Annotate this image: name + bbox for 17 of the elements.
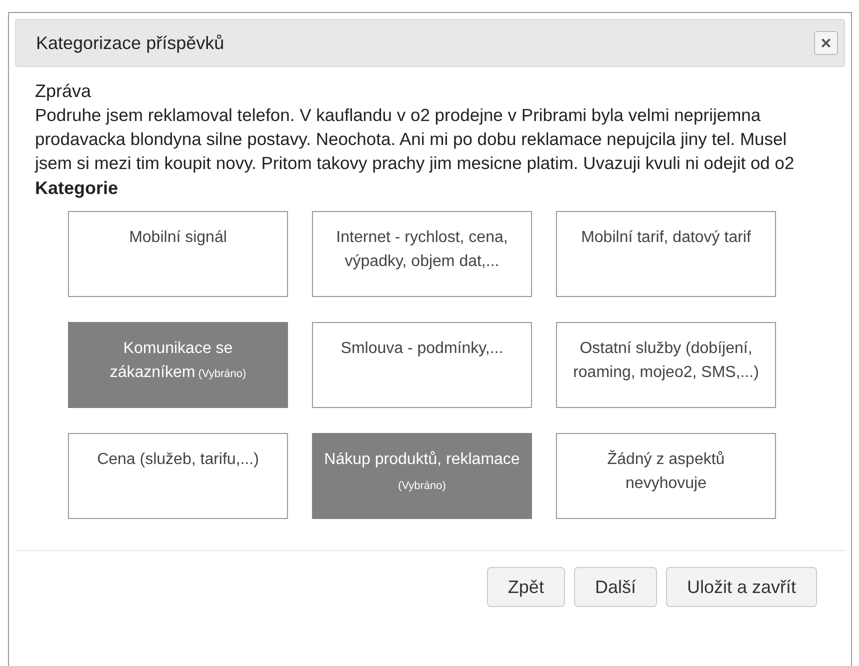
- category-button[interactable]: Nákup produktů, reklamace (Vybráno): [312, 433, 532, 519]
- category-button[interactable]: Smlouva - podmínky,...: [312, 322, 532, 408]
- dialog-button[interactable]: Uložit a zavřít: [666, 567, 817, 607]
- categories-heading: Kategorie: [35, 177, 120, 200]
- close-button[interactable]: ×: [814, 31, 838, 55]
- dialog-button[interactable]: Další: [574, 567, 657, 607]
- category-button[interactable]: Ostatní služby (dobíjení, roaming, mojeo2, SMS,...): [556, 322, 776, 408]
- category-button[interactable]: Komunikace se zákazníkem (Vybráno): [68, 322, 288, 408]
- message-text: Podruhe jsem reklamoval telefon. V kauflandu v o2 prodejne v Pribrami byla velmi neprijemna prodavacka blondyna silne postavy. Neochota. Ani mi po dobu reklamace nepujcila jiny tel. Musel jsem si mezi tim koupit novy. Pritom takovy prachy jim mesicne platim. Uvazuji kvuli ni odejit od o2: [35, 104, 796, 175]
- dialog-title: Kategorizace příspěvků: [36, 32, 224, 55]
- dialog-button[interactable]: Zpět: [486, 567, 565, 607]
- category-button[interactable]: Mobilní tarif, datový tarif: [556, 211, 776, 297]
- category-button[interactable]: Žádný z aspektů nevyhovuje: [556, 433, 776, 519]
- message-heading: Zpráva: [35, 80, 92, 103]
- category-button[interactable]: Cena (služeb, tarifu,...): [68, 433, 288, 519]
- category-button[interactable]: Mobilní signál: [68, 211, 288, 297]
- category-button[interactable]: Internet - rychlost, cena, výpadky, objem dat,...: [312, 211, 532, 297]
